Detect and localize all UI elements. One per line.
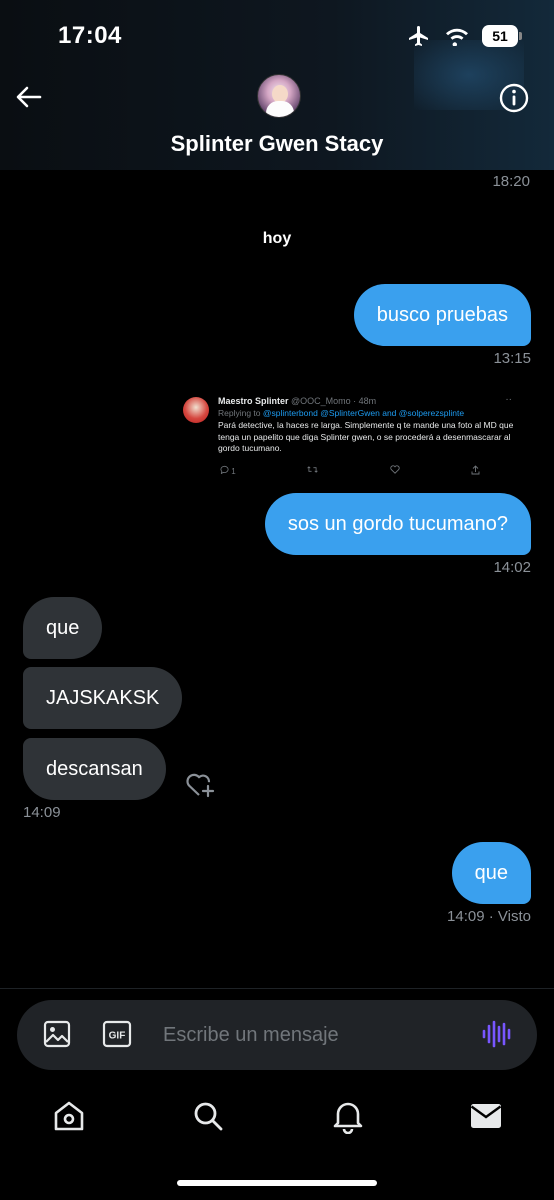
back-arrow-icon[interactable]: [14, 82, 44, 112]
battery-indicator: 51: [482, 25, 522, 47]
message-bubble-received[interactable]: que: [23, 597, 103, 659]
status-icons: 51: [406, 24, 522, 48]
status-bar: 17:04 51: [0, 0, 554, 70]
tweet-more-icon: ··: [505, 394, 512, 405]
home-indicator: [177, 1180, 377, 1186]
previous-message-timestamp: 18:20: [492, 173, 530, 190]
wifi-icon: [446, 28, 468, 46]
gif-icon[interactable]: GIF: [101, 1018, 133, 1050]
message-bubble-received[interactable]: JAJSKAKSK: [23, 667, 183, 729]
tweet-replying-to: Replying to @splinterbond @SplinterGwen …: [218, 408, 464, 418]
day-separator: hoy: [262, 230, 292, 247]
contact-avatar[interactable]: [257, 74, 301, 118]
message-timestamp: 14:02: [493, 559, 531, 576]
composer-divider: [0, 988, 554, 989]
message-bubble-received[interactable]: descansan: [23, 738, 166, 800]
tweet-header: Maestro Splinter @OOC_Momo · 48m: [218, 396, 376, 406]
add-reaction-heart-icon[interactable]: [184, 768, 218, 800]
message-timestamp: 13:15: [493, 350, 531, 367]
message-read-receipt: 14:09 · Visto: [447, 908, 531, 925]
tweet-replying-prefix: Replying to: [218, 408, 261, 418]
tweet-body-text: Pará detective, la haces re larga. Simpl…: [218, 420, 514, 453]
tweet-author-name: Maestro Splinter: [218, 396, 289, 406]
message-timestamp: 14:09: [447, 908, 485, 925]
info-icon[interactable]: [498, 82, 530, 114]
status-time: 17:04: [58, 22, 122, 49]
message-input[interactable]: Escribe un mensaje: [163, 1024, 339, 1047]
tweet-mentions: @splinterbond @SplinterGwen and @solpere…: [262, 408, 465, 418]
image-icon[interactable]: [41, 1018, 73, 1050]
voice-message-icon[interactable]: [479, 1017, 513, 1051]
message-bubble-sent[interactable]: que: [451, 842, 531, 904]
seen-status: · Visto: [488, 908, 531, 925]
search-icon[interactable]: [190, 1098, 226, 1134]
notifications-bell-icon[interactable]: [330, 1098, 366, 1134]
svg-text:GIF: GIF: [109, 1031, 126, 1042]
tweet-reply-action: 1: [220, 465, 236, 476]
reply-icon: [220, 465, 229, 475]
message-timestamp: 14:09: [23, 804, 61, 821]
tweet-action-row: 1: [220, 465, 480, 476]
tweet-handle-time: @OOC_Momo · 48m: [291, 396, 377, 406]
retweet-icon: [307, 466, 318, 473]
home-icon[interactable]: [51, 1098, 87, 1134]
messages-envelope-icon[interactable]: [468, 1098, 504, 1134]
like-icon: [389, 465, 400, 474]
share-icon: [471, 465, 480, 475]
airplane-mode-icon: [409, 26, 428, 46]
tweet-author-avatar: [183, 397, 209, 423]
tweet-screenshot-image[interactable]: Maestro Splinter @OOC_Momo · 48m ·· Repl…: [178, 384, 534, 480]
message-bubble-sent[interactable]: busco pruebas: [353, 284, 531, 346]
message-composer[interactable]: GIF Escribe un mensaje: [17, 1000, 537, 1070]
contact-name[interactable]: Splinter Gwen Stacy: [0, 131, 554, 157]
bottom-tab-bar: [0, 1090, 554, 1150]
tweet-reply-count: 1: [231, 467, 236, 476]
message-bubble-sent[interactable]: sos un gordo tucumano?: [264, 493, 531, 555]
